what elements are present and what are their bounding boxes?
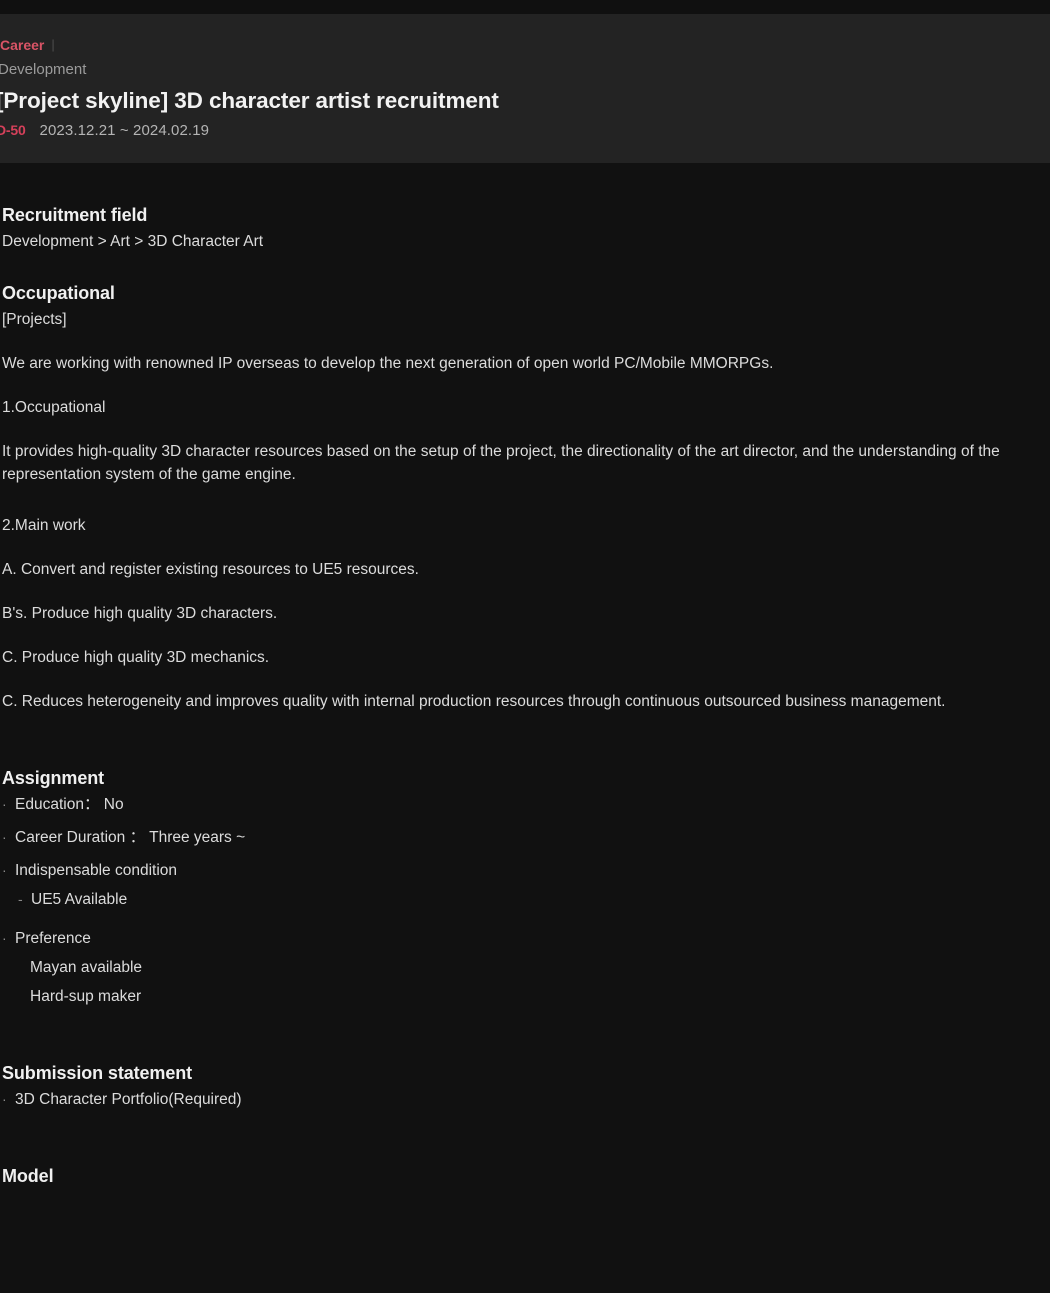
list-item-label: Career Duration ： Three years ~ xyxy=(15,829,246,846)
list-item: - UE5 Available xyxy=(2,889,1050,911)
section-assignment: Assignment · Education： No · Career Dura… xyxy=(2,766,1050,1008)
breadcrumb: Career | xyxy=(0,36,55,54)
list-item: · Preference xyxy=(2,928,1050,950)
recruitment-field-value: Development > Art > 3D Character Art xyxy=(2,233,264,250)
bullet-dot-icon: · xyxy=(2,1091,7,1107)
list-item-label: Mayan available xyxy=(30,959,143,976)
breadcrumb-subcategory[interactable]: Development xyxy=(0,60,86,80)
section-recruitment-field: Recruitment field Development > Art > 3D… xyxy=(2,203,1050,253)
dday-badge: D-50 xyxy=(0,122,26,138)
main-work-item: C. Produce high quality 3D mechanics. xyxy=(2,649,270,666)
section-model: Model xyxy=(2,1164,1050,1188)
occupational-item2-heading: 2.Main work xyxy=(2,517,86,534)
assignment-list: · Education： No · Career Duration ： Thre… xyxy=(2,794,1050,911)
posting-body-content: Recruitment field Development > Art > 3D… xyxy=(2,163,1050,1188)
list-item-label: 3D Character Portfolio(Required) xyxy=(15,1091,242,1108)
list-item-label: Preference xyxy=(15,930,91,947)
date-range: 2023.12.21 ~ 2024.02.19 xyxy=(39,122,210,139)
list-item-label: Hard-sup maker xyxy=(30,988,142,1005)
main-work-item: A. Convert and register existing resourc… xyxy=(2,561,419,578)
posting-meta: D-50 2023.12.21 ~ 2024.02.19 xyxy=(0,122,209,139)
bullet-dot-icon: · xyxy=(2,930,7,946)
top-strip xyxy=(0,0,1050,14)
recruitment-field-heading: Recruitment field xyxy=(2,205,148,225)
submission-list: · 3D Character Portfolio(Required) xyxy=(2,1089,1050,1111)
occupational-item1-body: It provides high-quality 3D character re… xyxy=(2,443,1000,483)
job-posting-page: Career | Development [Project skyline] 3… xyxy=(0,0,1050,1293)
occupational-item1-heading: 1.Occupational xyxy=(2,399,106,416)
list-item-label: Education： No xyxy=(15,796,124,813)
list-item: · Career Duration ： Three years ~ xyxy=(2,827,1050,849)
occupational-heading: Occupational xyxy=(2,283,115,303)
list-item-label: Indispensable condition xyxy=(15,862,178,879)
model-heading: Model xyxy=(2,1166,54,1186)
posting-header: Career | Development [Project skyline] 3… xyxy=(0,14,1050,163)
page-title: [Project skyline] 3D character artist re… xyxy=(0,88,499,113)
list-item-label: UE5 Available xyxy=(31,891,128,908)
breadcrumb-separator: | xyxy=(51,37,55,52)
main-work-item: C. Reduces heterogeneity and improves qu… xyxy=(2,693,946,710)
list-item: · Indispensable condition xyxy=(2,860,1050,882)
section-occupational: Occupational [Projects] We are working w… xyxy=(2,281,1050,713)
occupational-project-label: [Projects] xyxy=(2,311,67,328)
occupational-intro: We are working with renowned IP overseas… xyxy=(2,355,774,372)
bullet-dot-icon: · xyxy=(2,796,7,812)
list-item: · 3D Character Portfolio(Required) xyxy=(2,1089,1050,1111)
section-submission-statement: Submission statement · 3D Character Port… xyxy=(2,1061,1050,1111)
list-item: Hard-sup maker xyxy=(2,986,1050,1008)
assignment-heading: Assignment xyxy=(2,768,105,788)
submission-heading: Submission statement xyxy=(2,1063,193,1083)
bullet-dash-icon: - xyxy=(18,891,23,907)
posting-body: Recruitment field Development > Art > 3D… xyxy=(0,163,1050,1293)
list-item: Mayan available xyxy=(2,957,1050,979)
breadcrumb-category[interactable]: Career xyxy=(0,36,44,54)
bullet-dot-icon: · xyxy=(2,829,7,845)
preference-list: · Preference Mayan available Hard-sup ma… xyxy=(2,928,1050,1008)
main-work-item: B's. Produce high quality 3D characters. xyxy=(2,605,278,622)
bullet-dot-icon: · xyxy=(2,862,7,878)
list-item: · Education： No xyxy=(2,794,1050,816)
